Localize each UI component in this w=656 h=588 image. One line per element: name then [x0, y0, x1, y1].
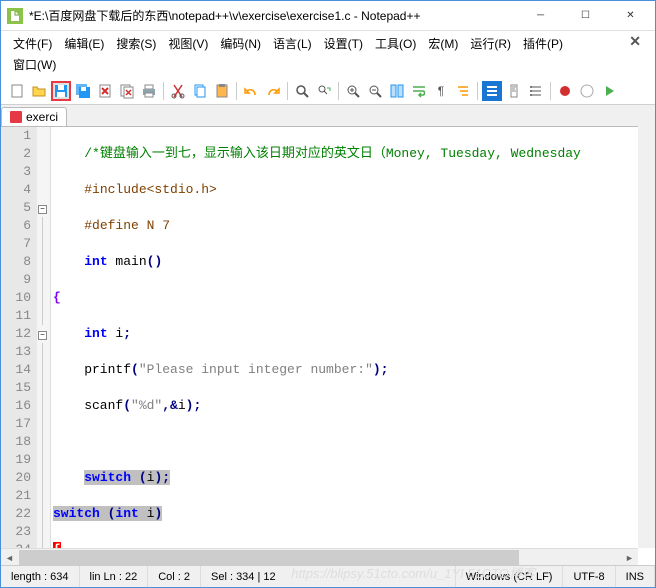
stop-macro-icon[interactable]: [577, 81, 597, 101]
window-controls: ─ ☐ ✕: [518, 2, 653, 30]
record-macro-icon[interactable]: [555, 81, 575, 101]
play-macro-icon[interactable]: [599, 81, 619, 101]
menu-edit[interactable]: 编辑(E): [58, 33, 110, 54]
menu-tools[interactable]: 工具(O): [369, 33, 422, 54]
status-length: length : 634: [1, 566, 80, 587]
menu-window[interactable]: 窗口(W): [7, 54, 649, 75]
window-title: *E:\百度网盘下载后的东西\notepad++\v\exercise\exer…: [29, 7, 518, 24]
menu-plugins[interactable]: 插件(P): [517, 33, 569, 54]
vertical-scrollbar[interactable]: [638, 111, 655, 548]
menu-file[interactable]: 文件(F): [7, 33, 58, 54]
menubar: 文件(F) 编辑(E) 搜索(S) 视图(V) 编码(N) 语言(L) 设置(T…: [1, 31, 655, 77]
statusbar: length : 634 lin Ln : 22 Col : 2 Sel : 3…: [1, 565, 655, 587]
sync-v-icon[interactable]: [387, 81, 407, 101]
status-eol[interactable]: Windows (CR LF): [456, 566, 564, 587]
unsaved-file-icon: [10, 111, 22, 123]
fold-minus-icon[interactable]: −: [38, 205, 47, 214]
paste-icon[interactable]: [212, 81, 232, 101]
toolbar: 保存(S) ¶: [1, 77, 655, 105]
zoom-in-icon[interactable]: [343, 81, 363, 101]
menu-view[interactable]: 视图(V): [162, 33, 214, 54]
minimize-button[interactable]: ─: [518, 2, 563, 30]
menu-run[interactable]: 运行(R): [464, 33, 517, 54]
code-content[interactable]: /*键盘输入一到七，显示输入该日期对应的英文日（Money, Tuesday, …: [51, 127, 655, 577]
new-file-icon[interactable]: [7, 81, 27, 101]
folder-as-workspace-icon[interactable]: [482, 81, 502, 101]
save-button[interactable]: 保存(S): [51, 81, 71, 101]
redo-icon[interactable]: [263, 81, 283, 101]
show-all-chars-icon[interactable]: ¶: [431, 81, 451, 101]
status-lines: lin Ln : 22: [80, 566, 149, 587]
print-icon[interactable]: [139, 81, 159, 101]
titlebar: *E:\百度网盘下载后的东西\notepad++\v\exercise\exer…: [1, 1, 655, 31]
cut-icon[interactable]: [168, 81, 188, 101]
menu-encoding[interactable]: 编码(N): [214, 33, 267, 54]
open-file-icon[interactable]: [29, 81, 49, 101]
function-list-icon[interactable]: [526, 81, 546, 101]
wrap-icon[interactable]: [409, 81, 429, 101]
status-col: Col : 2: [148, 566, 201, 587]
scroll-right-icon[interactable]: ►: [621, 550, 638, 565]
app-icon: [7, 8, 23, 24]
copy-icon[interactable]: [190, 81, 210, 101]
menu-settings[interactable]: 设置(T): [318, 33, 369, 54]
menu-macro[interactable]: 宏(M): [422, 33, 464, 54]
scrollbar-thumb[interactable]: [19, 550, 519, 565]
scroll-left-icon[interactable]: ◄: [1, 550, 18, 565]
svg-text:¶: ¶: [438, 84, 444, 98]
indent-guide-icon[interactable]: [453, 81, 473, 101]
status-mode[interactable]: INS: [616, 566, 655, 587]
tabbar: exerci: [1, 105, 655, 127]
line-number-gutter: 123456789101112131415161718192021222324: [1, 127, 37, 577]
tab-label: exerci: [26, 110, 58, 124]
close-all-icon[interactable]: [117, 81, 137, 101]
menu-search[interactable]: 搜索(S): [110, 33, 162, 54]
file-tab[interactable]: exerci: [1, 107, 67, 126]
maximize-button[interactable]: ☐: [563, 2, 608, 30]
doc-map-icon[interactable]: [504, 81, 524, 101]
fold-gutter[interactable]: − −: [37, 127, 51, 577]
find-icon[interactable]: [292, 81, 312, 101]
status-sel: Sel : 334 | 12: [201, 566, 456, 587]
menu-language[interactable]: 语言(L): [267, 33, 318, 54]
zoom-out-icon[interactable]: [365, 81, 385, 101]
undo-icon[interactable]: [241, 81, 261, 101]
fold-minus-icon[interactable]: −: [38, 331, 47, 340]
close-button[interactable]: ✕: [608, 2, 653, 30]
close-file-icon[interactable]: [95, 81, 115, 101]
horizontal-scrollbar[interactable]: ◄ ►: [1, 548, 638, 565]
menu-x-icon[interactable]: ✕: [621, 33, 649, 54]
status-encoding[interactable]: UTF-8: [563, 566, 615, 587]
replace-icon[interactable]: [314, 81, 334, 101]
save-all-icon[interactable]: [73, 81, 93, 101]
code-editor[interactable]: 123456789101112131415161718192021222324 …: [1, 127, 655, 577]
